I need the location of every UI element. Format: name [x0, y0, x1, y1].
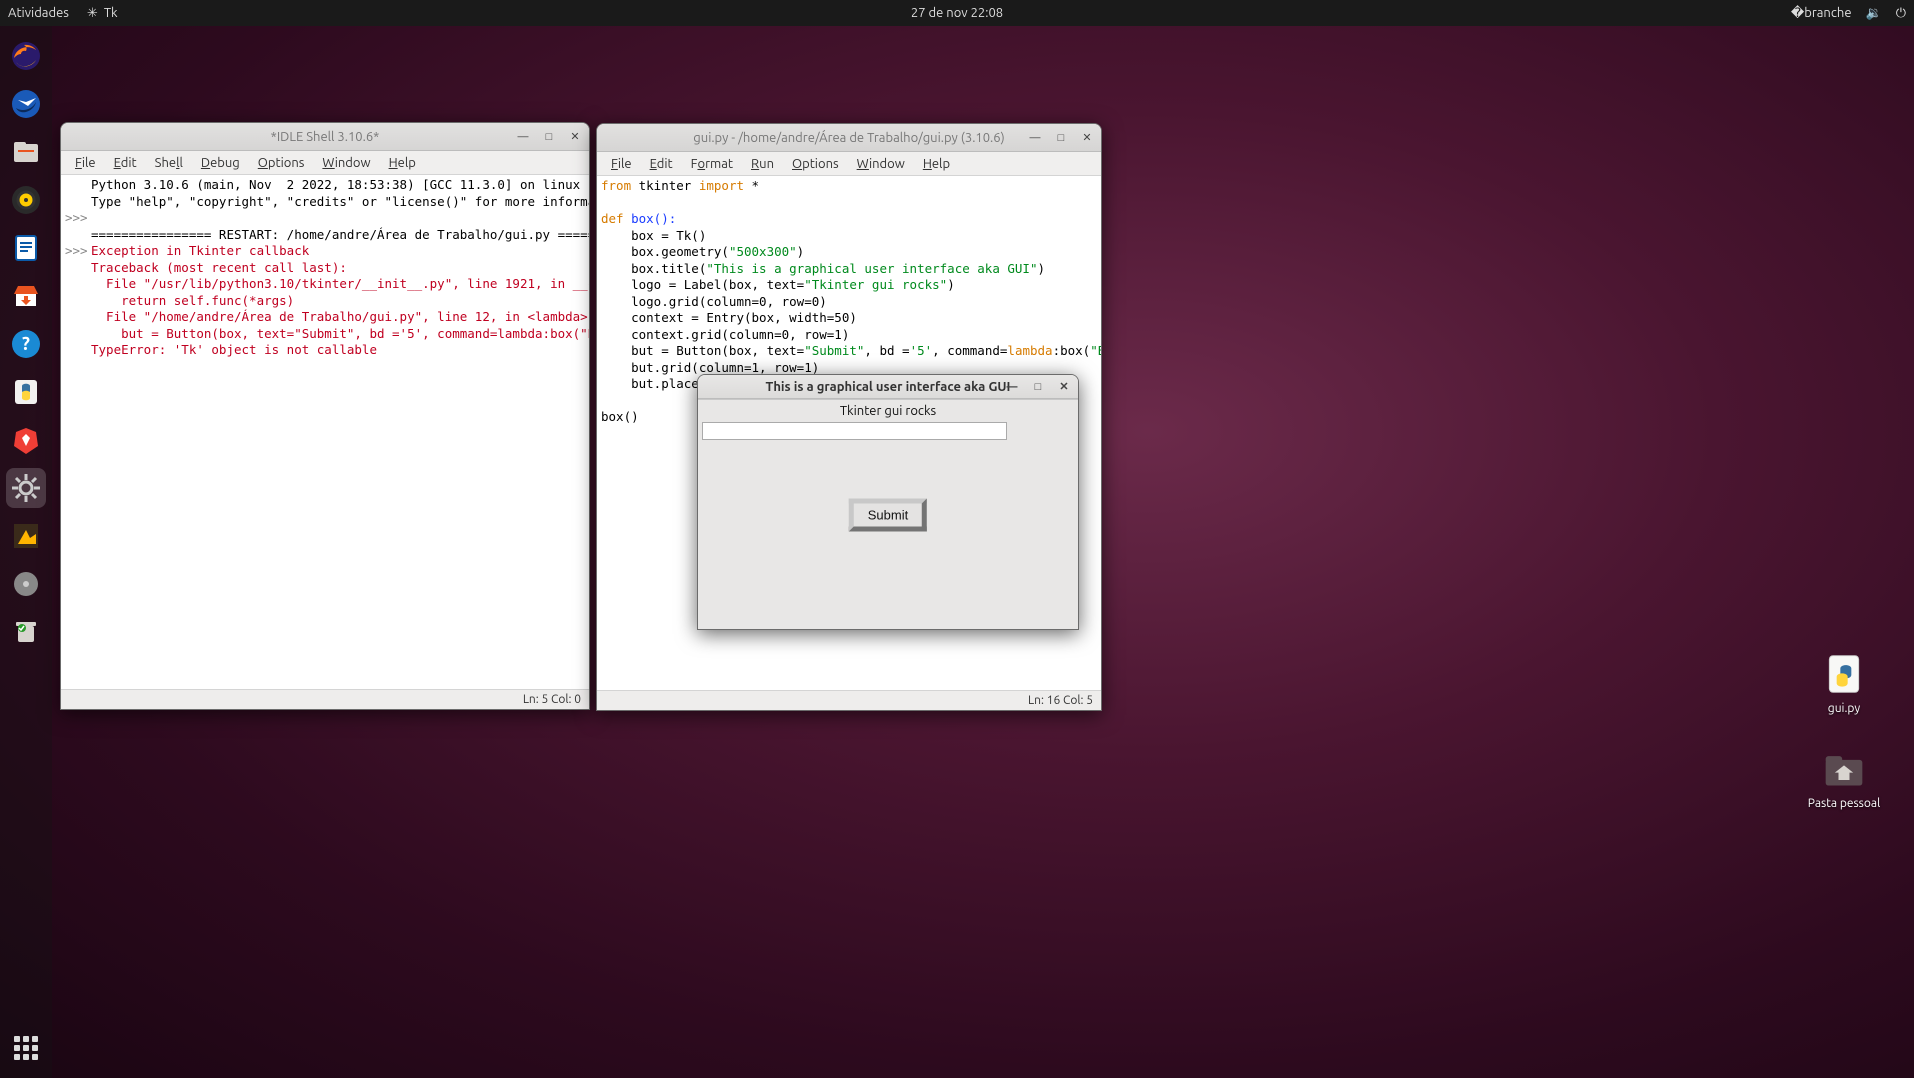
- menu-edit[interactable]: Edit: [106, 154, 145, 172]
- dock-writer[interactable]: [6, 228, 46, 268]
- tk-title: This is a graphical user interface aka G…: [766, 380, 1011, 394]
- show-applications[interactable]: [6, 1028, 46, 1068]
- menu-file[interactable]: File: [67, 154, 104, 172]
- menu-shell[interactable]: Shell: [147, 154, 191, 172]
- shell-err: Exception in Tkinter callback: [91, 243, 309, 260]
- menu-window[interactable]: Window: [314, 154, 378, 172]
- menu-help[interactable]: Help: [381, 154, 424, 172]
- shell-err: File "/home/andre/Área de Trabalho/gui.p…: [91, 309, 588, 326]
- menu-help[interactable]: Help: [915, 155, 958, 173]
- menu-file[interactable]: File: [603, 155, 640, 173]
- shell-statusbar: Ln: 5 Col: 0: [61, 689, 589, 709]
- editor-title: gui.py - /home/andre/Área de Trabalho/gu…: [693, 131, 1004, 145]
- editor-titlebar[interactable]: gui.py - /home/andre/Área de Trabalho/gu…: [597, 124, 1101, 152]
- shell-banner2: Type "help", "copyright", "credits" or "…: [91, 194, 589, 211]
- tk-icon: ✳: [87, 6, 98, 21]
- shell-menubar: File Edit Shell Debug Options Window Hel…: [61, 151, 589, 175]
- power-icon[interactable]: ⏻: [1896, 6, 1906, 21]
- dock: ?: [0, 26, 52, 1078]
- network-icon[interactable]: �branche: [1791, 6, 1852, 21]
- dock-help[interactable]: ?: [6, 324, 46, 364]
- maximize-button[interactable]: □: [541, 129, 557, 145]
- menu-window[interactable]: Window: [849, 155, 913, 173]
- tk-entry[interactable]: [702, 422, 1007, 440]
- shell-titlebar[interactable]: *IDLE Shell 3.10.6* — □ ✕: [61, 123, 589, 151]
- dock-rhythmbox[interactable]: [6, 180, 46, 220]
- editor-status: Ln: 16 Col: 5: [1028, 694, 1093, 707]
- desktop-file-gui-py[interactable]: gui.py: [1804, 650, 1884, 715]
- menu-format[interactable]: Format: [683, 155, 741, 173]
- menu-edit[interactable]: Edit: [642, 155, 681, 173]
- dock-firefox[interactable]: [6, 36, 46, 76]
- tk-label: Tkinter gui rocks: [698, 400, 1078, 422]
- desktop-file-label: gui.py: [1828, 702, 1860, 715]
- tk-body: Tkinter gui rocks Submit: [698, 399, 1078, 629]
- close-button[interactable]: ✕: [1056, 379, 1072, 395]
- editor-menubar: File Edit Format Run Options Window Help: [597, 152, 1101, 176]
- shell-title: *IDLE Shell 3.10.6*: [271, 130, 380, 144]
- idle-shell-window: *IDLE Shell 3.10.6* — □ ✕ File Edit Shel…: [60, 122, 590, 710]
- dock-disks[interactable]: [6, 564, 46, 604]
- submit-button[interactable]: Submit: [849, 498, 927, 531]
- sound-icon[interactable]: 🔉: [1866, 6, 1882, 21]
- desktop-home-folder[interactable]: Pasta pessoal: [1804, 745, 1884, 810]
- dock-software[interactable]: [6, 276, 46, 316]
- clock[interactable]: 27 de nov 22:08: [911, 6, 1003, 20]
- menu-options[interactable]: Options: [250, 154, 313, 172]
- shell-banner: Python 3.10.6 (main, Nov 2 2022, 18:53:3…: [91, 177, 580, 194]
- close-button[interactable]: ✕: [1079, 130, 1095, 146]
- dock-thunderbird[interactable]: [6, 84, 46, 124]
- app-menu-label: Tk: [104, 6, 118, 20]
- minimize-button[interactable]: —: [1027, 130, 1043, 146]
- dock-draw[interactable]: [6, 516, 46, 556]
- menu-run[interactable]: Run: [743, 155, 782, 173]
- shell-restart: ================ RESTART: /home/andre/Ár…: [91, 227, 589, 244]
- dock-trash[interactable]: [6, 612, 46, 652]
- shell-err: TypeError: 'Tk' object is not callable: [91, 342, 377, 359]
- dock-brave[interactable]: [6, 420, 46, 460]
- app-menu[interactable]: ✳ Tk: [87, 6, 118, 21]
- dock-files[interactable]: [6, 132, 46, 172]
- maximize-button[interactable]: □: [1053, 130, 1069, 146]
- svg-text:?: ?: [22, 334, 30, 354]
- close-button[interactable]: ✕: [567, 129, 583, 145]
- menu-options[interactable]: Options: [784, 155, 847, 173]
- menu-debug[interactable]: Debug: [193, 154, 248, 172]
- tk-titlebar[interactable]: This is a graphical user interface aka G…: [698, 375, 1078, 399]
- editor-statusbar: Ln: 16 Col: 5: [597, 690, 1101, 710]
- gnome-topbar: Atividades ✳ Tk 27 de nov 22:08 �branche…: [0, 0, 1914, 26]
- tk-app-window: This is a graphical user interface aka G…: [697, 374, 1079, 630]
- activities-button[interactable]: Atividades: [8, 6, 69, 20]
- minimize-button[interactable]: —: [1004, 379, 1020, 395]
- shell-err: File "/usr/lib/python3.10/tkinter/__init…: [91, 276, 589, 293]
- minimize-button[interactable]: —: [515, 129, 531, 145]
- dock-python-script[interactable]: [6, 372, 46, 412]
- shell-err: but = Button(box, text="Submit", bd ='5'…: [91, 326, 589, 343]
- shell-status: Ln: 5 Col: 0: [523, 693, 581, 706]
- maximize-button[interactable]: □: [1030, 379, 1046, 395]
- shell-err: return self.func(*args): [91, 293, 294, 310]
- shell-err: Traceback (most recent call last):: [91, 260, 347, 277]
- desktop-home-label: Pasta pessoal: [1808, 797, 1880, 810]
- shell-output[interactable]: Python 3.10.6 (main, Nov 2 2022, 18:53:3…: [61, 175, 589, 689]
- dock-settings[interactable]: [6, 468, 46, 508]
